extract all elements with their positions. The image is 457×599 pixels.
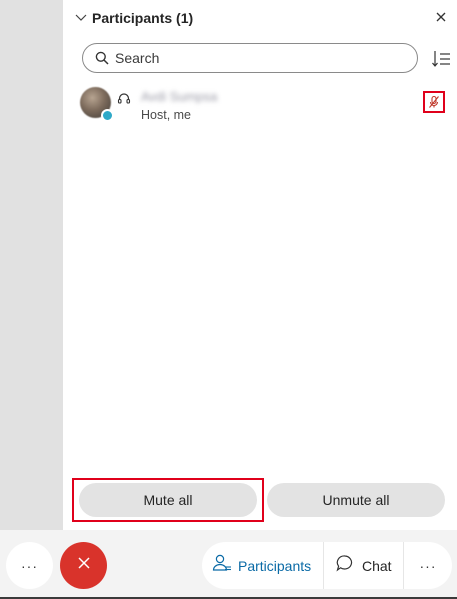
meeting-controls-bar: ··· Participants Chat ··· <box>0 530 457 599</box>
participants-tab-label: Participants <box>238 557 312 574</box>
microphone-muted-icon[interactable] <box>423 91 445 113</box>
search-box[interactable] <box>82 43 418 73</box>
chat-tab-label: Chat <box>362 557 392 574</box>
presence-indicator <box>101 109 114 122</box>
participants-panel: Participants (1) Search Avdi Sumpsa Host… <box>63 0 457 530</box>
participant-name: Avdi Sumpsa <box>141 89 218 104</box>
chevron-down-icon[interactable] <box>73 9 89 25</box>
meeting-window: Participants (1) Search Avdi Sumpsa Host… <box>0 0 457 599</box>
participant-row[interactable]: Avdi Sumpsa Host, me <box>63 82 457 128</box>
unmute-all-button[interactable]: Unmute all <box>267 483 445 517</box>
panel-toggle-group: Participants Chat ··· <box>202 542 452 589</box>
search-input[interactable] <box>115 48 405 68</box>
panel-title: Participants (1) <box>92 10 194 26</box>
mute-all-button[interactable]: Mute all <box>79 483 257 517</box>
actions-bar: Mute all Unmute all <box>63 476 457 530</box>
end-call-button[interactable] <box>60 542 107 589</box>
sort-icon[interactable] <box>431 49 451 69</box>
more-icon: ··· <box>21 557 38 574</box>
participant-role: Host, me <box>141 108 192 122</box>
close-icon[interactable] <box>433 9 449 25</box>
chat-icon <box>336 554 354 577</box>
more-icon: ··· <box>419 557 437 574</box>
headset-icon <box>117 92 131 106</box>
meeting-stage <box>0 0 63 530</box>
more-panels-button[interactable]: ··· <box>404 542 452 589</box>
participants-icon <box>212 554 232 577</box>
more-options-button[interactable]: ··· <box>6 542 53 589</box>
panel-header: Participants (1) <box>63 0 457 36</box>
close-icon <box>76 555 92 576</box>
chat-tab[interactable]: Chat <box>324 542 404 589</box>
search-icon <box>95 51 109 65</box>
participants-tab[interactable]: Participants <box>202 542 324 589</box>
